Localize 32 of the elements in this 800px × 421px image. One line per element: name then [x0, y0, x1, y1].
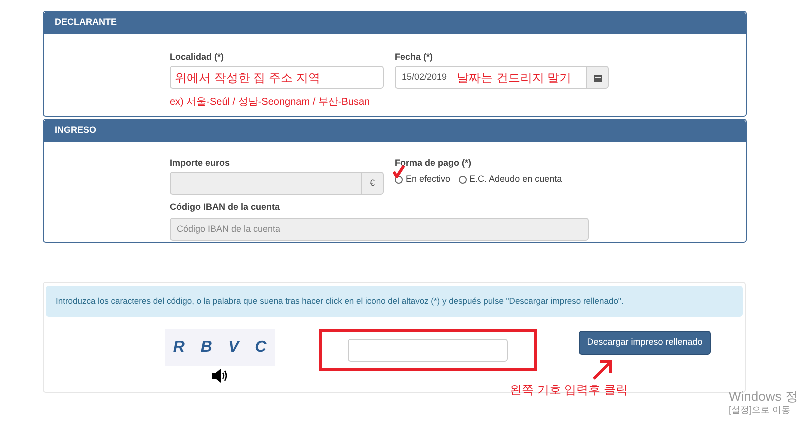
captcha-character: V: [228, 338, 240, 358]
panel-title: INGRESO: [55, 124, 97, 138]
euro-addon: €: [361, 173, 383, 194]
field-label: Fecha (*): [395, 51, 434, 63]
annotation-text: 왼쪽 기호 입력후 클릭: [510, 382, 628, 399]
captcha-character: C: [255, 338, 267, 358]
field-label: Forma de pago (*): [395, 157, 473, 169]
field-label: Localidad (*): [170, 51, 226, 63]
field-label: Importe euros: [170, 157, 232, 169]
download-button[interactable]: Descargar impreso rellenado: [579, 330, 711, 355]
importe-field[interactable]: €: [170, 172, 384, 195]
captcha-character: B: [200, 338, 212, 358]
speaker-icon[interactable]: [211, 369, 229, 383]
os-notice-title: Windows 정: [729, 389, 798, 404]
calendar-button[interactable]: [587, 66, 609, 89]
annotation-text: ex) 서울-Seúl / 성남-Seongnam / 부산-Busan: [170, 96, 372, 110]
info-text: Introduzca los caracteres del código, o la palabra que suena tras hacer click en el icono del altavoz (*) y después pulse "Descargar impreso rellenado".: [56, 295, 624, 308]
localidad-field[interactable]: 위에서 작성한 집 주소 지역: [170, 66, 384, 89]
annotation-text: 위에서 작성한 집 주소 지역: [175, 70, 320, 86]
date-field[interactable]: 15/02/2019 날짜는 건드리지 말기: [395, 66, 587, 89]
captcha-character: R: [173, 338, 185, 358]
os-notice-text: [설정]으로 이동: [729, 404, 792, 416]
date-value: 15/02/2019: [402, 70, 448, 84]
captcha-input[interactable]: [348, 338, 508, 362]
arrow-annotation: [592, 359, 614, 381]
payment-radio[interactable]: E.C. Adeudo en cuenta: [458, 173, 562, 187]
annotation-text: 날짜는 건드리지 말기: [457, 70, 572, 86]
field-label: Código IBAN de la cuenta: [170, 201, 282, 213]
panel-title: DECLARANTE: [55, 16, 117, 30]
checkmark-annotation: [393, 165, 405, 178]
payment-radio[interactable]: En efectivo: [395, 173, 451, 187]
calendar-icon: [594, 74, 602, 82]
